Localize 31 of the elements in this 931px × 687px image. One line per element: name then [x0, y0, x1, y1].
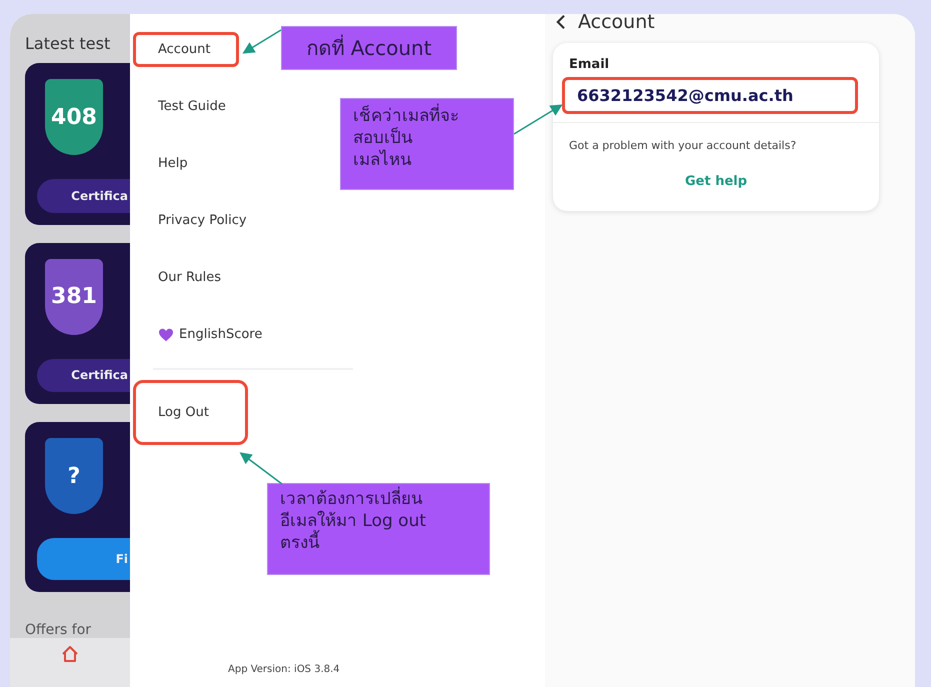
annotation-callout: กดที่ Account: [281, 26, 457, 70]
menu-item[interactable]: Help: [133, 146, 216, 181]
menu-item[interactable]: Our Rules: [133, 260, 250, 295]
card-button[interactable]: Certifica: [37, 358, 130, 392]
menu-item[interactable]: EnglishScore: [133, 317, 290, 352]
score-shield: 381: [45, 258, 103, 335]
leader-arrow: [514, 104, 563, 135]
menu-item[interactable]: Privacy Policy: [133, 203, 275, 238]
menu-item[interactable]: Test Guide: [133, 89, 254, 124]
log-out-item[interactable]: Log Out: [133, 380, 248, 445]
test-card[interactable]: 381 Certifica: [25, 242, 130, 404]
heart-icon: [158, 328, 174, 342]
card-button[interactable]: Certifica: [37, 179, 130, 213]
leader-arrow: [242, 29, 282, 54]
test-card[interactable]: ? Fi: [25, 422, 130, 592]
annotation-callout: เวลาต้องการเปลี่ยน อีเมลให้มา Log out ตรงนี้: [267, 483, 490, 575]
email-label: Email: [569, 57, 610, 72]
home-icon[interactable]: [60, 644, 80, 664]
help-prompt: Got a problem with your account details?: [569, 139, 798, 152]
score-shield: 408: [45, 79, 103, 156]
test-card[interactable]: 408 Certifica: [25, 63, 130, 225]
score-shield: ?: [45, 438, 103, 514]
screen-title: Account: [578, 14, 655, 33]
menu-item[interactable]: Account: [133, 32, 238, 67]
app-version: App Version: iOS 3.8.4: [228, 664, 341, 675]
section-heading: Latest test: [25, 34, 112, 53]
email-value: 6632123542@cmu.ac.th: [562, 77, 858, 114]
annotation-callout: เช็คว่าเมลที่จะ สอบเป็น เมลไหน: [340, 98, 514, 190]
leader-arrow: [240, 452, 282, 485]
section-heading: Offers for: [25, 622, 92, 638]
back-icon[interactable]: [555, 14, 566, 30]
